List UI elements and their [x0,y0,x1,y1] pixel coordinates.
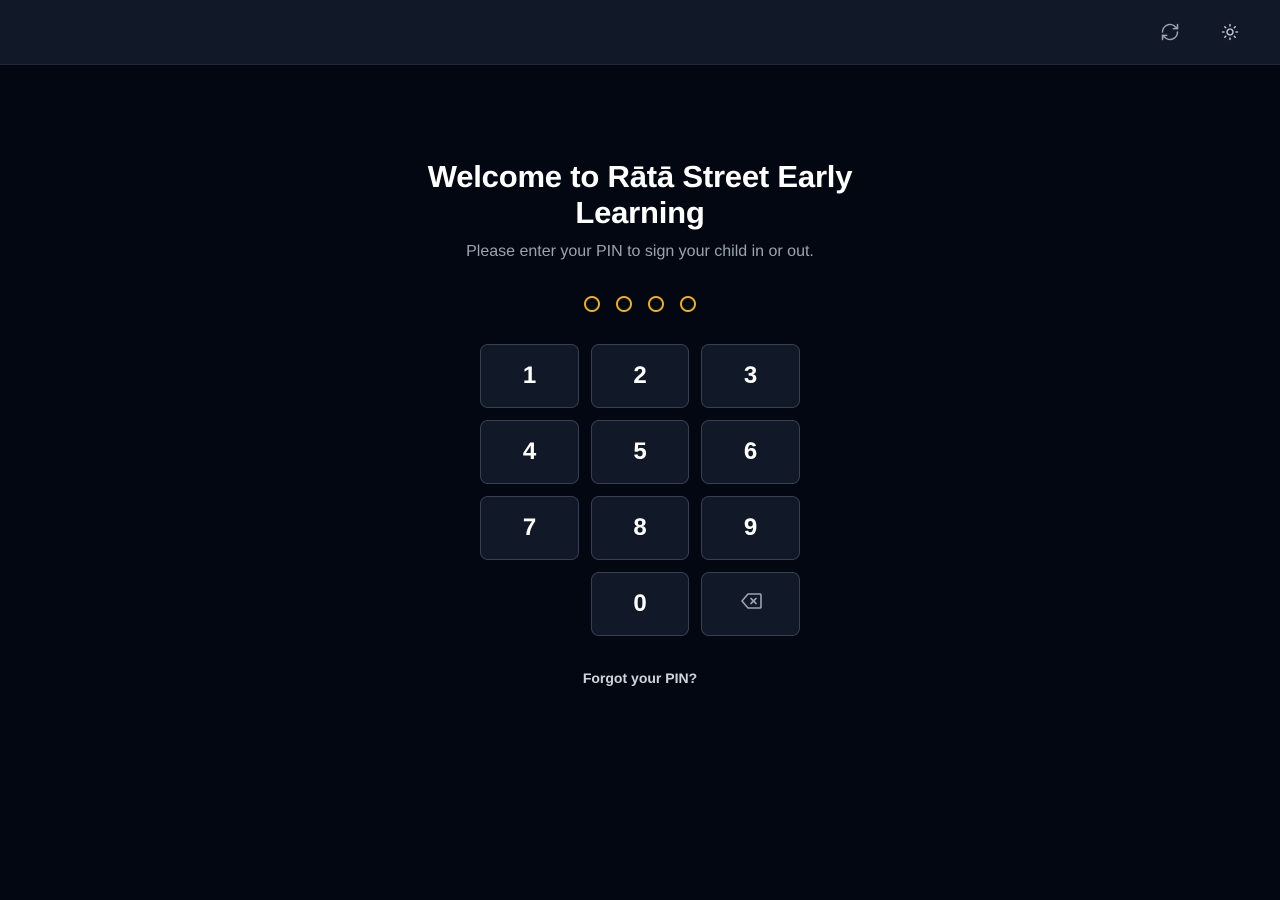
keypad-spacer [480,572,579,636]
page-subtitle: Please enter your PIN to sign your child… [466,243,814,260]
key-3[interactable]: 3 [701,344,800,408]
backspace-icon [739,589,763,620]
pin-entry-panel: Welcome to Rātā Street Early Learning Pl… [0,65,1280,900]
pin-dot [584,296,600,312]
key-9[interactable]: 9 [701,496,800,560]
refresh-button[interactable] [1152,14,1188,50]
key-1[interactable]: 1 [480,344,579,408]
key-0[interactable]: 0 [591,572,689,636]
top-bar [0,0,1280,65]
numeric-keypad: 1 2 3 4 5 6 7 8 9 0 [480,344,800,636]
key-2[interactable]: 2 [591,344,689,408]
forgot-pin-link[interactable]: Forgot your PIN? [540,669,740,687]
pin-indicator [584,296,696,312]
page-title: Welcome to Rātā Street Early Learning [427,159,853,230]
theme-toggle-button[interactable] [1212,14,1248,50]
pin-dot [648,296,664,312]
key-5[interactable]: 5 [591,420,689,484]
pin-dot [680,296,696,312]
key-4[interactable]: 4 [480,420,579,484]
pin-dot [616,296,632,312]
key-8[interactable]: 8 [591,496,689,560]
key-6[interactable]: 6 [701,420,800,484]
sun-icon [1221,23,1239,41]
refresh-icon [1160,22,1180,42]
backspace-button[interactable] [701,572,800,636]
key-7[interactable]: 7 [480,496,579,560]
